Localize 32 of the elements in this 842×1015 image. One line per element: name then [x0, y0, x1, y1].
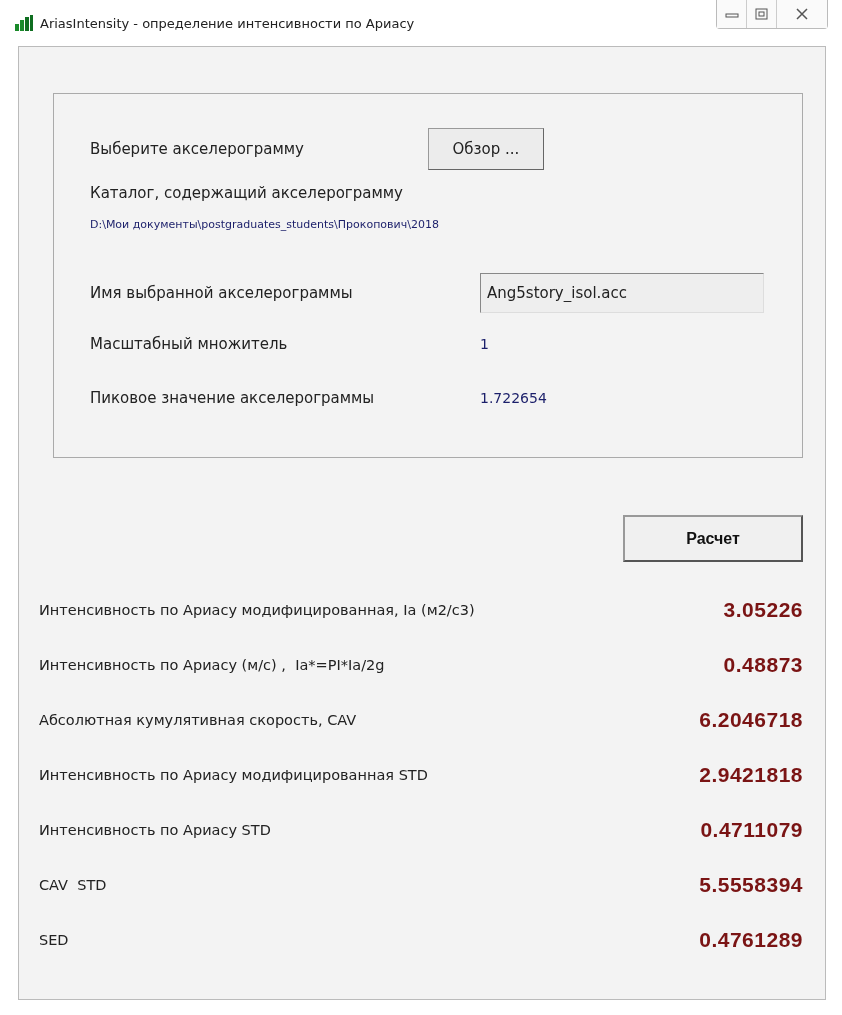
- result-value: 0.4711079: [700, 817, 803, 842]
- browse-button[interactable]: Обзор ...: [427, 128, 544, 170]
- scale-value: 1: [480, 336, 489, 352]
- scale-label: Масштабный множитель: [90, 335, 289, 353]
- result-value: 6.2046718: [699, 707, 803, 732]
- result-value: 3.05226: [723, 597, 803, 622]
- close-icon: [795, 8, 809, 20]
- catalog-label: Каталог, содержащий акселерограмму: [90, 184, 404, 202]
- minimize-button[interactable]: [717, 0, 747, 28]
- result-value: 0.48873: [723, 652, 803, 677]
- catalog-path: D:\Мои документы\postgraduates_students\Прокопович\2018: [90, 218, 440, 231]
- file-name-field[interactable]: Ang5story_isol.acc: [480, 273, 764, 313]
- maximize-button[interactable]: [747, 0, 777, 28]
- peak-label: Пиковое значение акселерограммы: [90, 389, 376, 407]
- calculate-button[interactable]: Расчет: [623, 515, 803, 562]
- result-label: SED: [39, 931, 69, 948]
- result-value: 2.9421818: [699, 762, 803, 787]
- result-label: Интенсивность по Ариасу STD: [39, 821, 271, 838]
- restore-icon: [754, 8, 769, 20]
- window-title: AriasIntensity - определение интенсивности по Ариасу: [40, 15, 415, 31]
- result-label: Абсолютная кумулятивная скорость, CAV: [39, 711, 357, 728]
- close-button[interactable]: [777, 0, 827, 28]
- result-value: 5.5558394: [699, 872, 803, 897]
- peak-value: 1.722654: [480, 390, 547, 406]
- result-label: Интенсивность по Ариасу (м/с) , Ia*=PI*Ia/2g: [39, 656, 385, 673]
- result-value: 0.4761289: [699, 927, 803, 952]
- bar-chart-icon: [14, 15, 34, 31]
- file-name-label: Имя выбранной акселерограммы: [90, 284, 354, 302]
- result-label: CAV STD: [39, 876, 107, 893]
- result-label: Интенсивность по Ариасу модифицированная, Ia (м2/с3): [39, 601, 475, 618]
- choose-label: Выберите акселерограмму: [90, 140, 304, 158]
- result-label: Интенсивность по Ариасу модифицированная STD: [39, 766, 428, 783]
